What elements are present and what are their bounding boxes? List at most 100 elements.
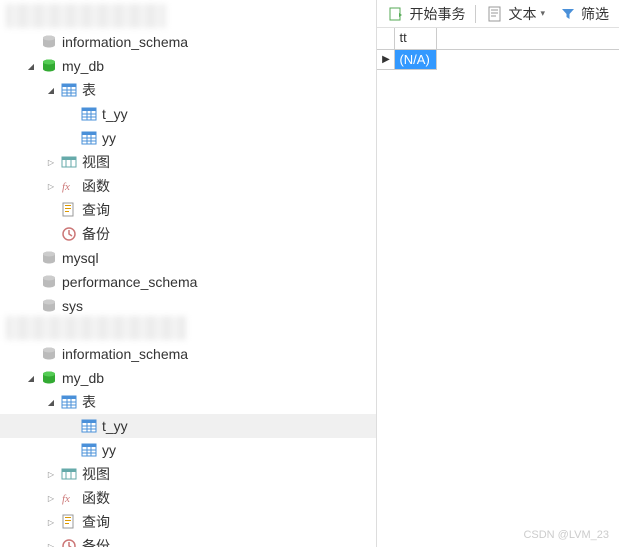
database-icon (40, 345, 58, 363)
table-icon (60, 393, 78, 411)
grid-corner (377, 28, 395, 49)
database-label: sys (62, 298, 83, 314)
table-label: t_yy (102, 418, 128, 434)
expander-icon[interactable] (44, 83, 58, 97)
folder-label: 视图 (82, 464, 110, 484)
begin-transaction-button[interactable]: 开始事务 (381, 2, 471, 26)
folder-label: 表 (82, 80, 96, 100)
button-label: 文本 (508, 4, 536, 24)
database-icon (40, 297, 58, 315)
expander-icon[interactable] (24, 371, 38, 385)
expander-icon[interactable] (44, 491, 58, 505)
database-icon (40, 33, 58, 51)
database-icon (40, 249, 58, 267)
navigation-tree: information_schema my_db 表 (0, 0, 377, 547)
table-icon (80, 417, 98, 435)
expander-icon (24, 251, 38, 265)
row-indicator: ▶ (377, 50, 395, 70)
backups-folder-2[interactable]: 备份 (0, 534, 376, 547)
expander-icon (24, 347, 38, 361)
data-grid-row[interactable]: ▶ (N/A) (377, 50, 619, 70)
database-icon (40, 369, 58, 387)
backup-icon (60, 537, 78, 547)
transaction-icon (387, 5, 405, 23)
table-icon (80, 129, 98, 147)
expander-icon[interactable] (24, 59, 38, 73)
functions-folder[interactable]: fx 函数 (0, 174, 376, 198)
views-folder-2[interactable]: 视图 (0, 462, 376, 486)
expander-spacer (64, 131, 78, 145)
database-icon (40, 57, 58, 75)
expander-icon[interactable] (44, 539, 58, 547)
database-information-schema-2[interactable]: information_schema (0, 342, 376, 366)
table-icon (80, 441, 98, 459)
database-sys[interactable]: sys (0, 294, 376, 318)
table-t-yy[interactable]: t_yy (0, 102, 376, 126)
query-icon (60, 513, 78, 531)
expander-icon[interactable] (44, 515, 58, 529)
folder-label: 查询 (82, 200, 110, 220)
table-label: t_yy (102, 106, 128, 122)
text-button[interactable]: 文本 ▾ (480, 2, 551, 26)
folder-label: 函数 (82, 488, 110, 508)
database-information-schema[interactable]: information_schema (0, 30, 376, 54)
svg-text:fx: fx (62, 493, 70, 505)
database-label: performance_schema (62, 274, 197, 290)
button-label: 开始事务 (409, 4, 465, 24)
view-icon (60, 153, 78, 171)
column-header-tt[interactable]: tt (395, 28, 437, 49)
folder-label: 函数 (82, 176, 110, 196)
expander-spacer (64, 443, 78, 457)
database-label: mysql (62, 250, 99, 266)
expander-icon[interactable] (44, 179, 58, 193)
folder-label: 表 (82, 392, 96, 412)
folder-label: 备份 (82, 224, 110, 244)
filter-icon (559, 5, 577, 23)
toolbar-separator (475, 5, 476, 23)
function-icon: fx (60, 177, 78, 195)
text-icon (486, 5, 504, 23)
database-mysql[interactable]: mysql (0, 246, 376, 270)
data-grid-header: tt (377, 28, 619, 50)
database-my-db[interactable]: my_db (0, 54, 376, 78)
tables-folder[interactable]: 表 (0, 78, 376, 102)
data-cell[interactable]: (N/A) (395, 50, 437, 70)
expander-icon[interactable] (44, 467, 58, 481)
expander-spacer (44, 227, 58, 241)
expander-icon (24, 299, 38, 313)
database-performance-schema[interactable]: performance_schema (0, 270, 376, 294)
expander-spacer (44, 203, 58, 217)
folder-label: 备份 (82, 536, 110, 547)
expander-icon (24, 275, 38, 289)
queries-folder[interactable]: 查询 (0, 198, 376, 222)
table-yy-2[interactable]: yy (0, 438, 376, 462)
queries-folder-2[interactable]: 查询 (0, 510, 376, 534)
tables-folder-2[interactable]: 表 (0, 390, 376, 414)
folder-label: 查询 (82, 512, 110, 532)
database-label: my_db (62, 58, 104, 74)
backup-icon (60, 225, 78, 243)
expander-icon[interactable] (44, 155, 58, 169)
data-toolbar: 开始事务 文本 ▾ 筛选 (377, 0, 619, 28)
expander-spacer (64, 107, 78, 121)
table-t-yy-2[interactable]: t_yy (0, 414, 376, 438)
table-label: yy (102, 442, 116, 458)
backups-folder[interactable]: 备份 (0, 222, 376, 246)
expander-spacer (64, 419, 78, 433)
data-panel: 开始事务 文本 ▾ 筛选 tt ▶ (N/A) (377, 0, 619, 547)
svg-text:fx: fx (62, 181, 70, 193)
dropdown-icon: ▾ (540, 8, 545, 19)
expander-icon (24, 35, 38, 49)
watermark: CSDN @LVM_23 (523, 529, 609, 541)
table-icon (60, 81, 78, 99)
expander-icon[interactable] (44, 395, 58, 409)
functions-folder-2[interactable]: fx 函数 (0, 486, 376, 510)
database-icon (40, 273, 58, 291)
database-my-db-2[interactable]: my_db (0, 366, 376, 390)
connection-node-blurred (6, 316, 186, 340)
view-icon (60, 465, 78, 483)
views-folder[interactable]: 视图 (0, 150, 376, 174)
connection-node-blurred (6, 4, 166, 28)
filter-button[interactable]: 筛选 (553, 2, 615, 26)
table-yy[interactable]: yy (0, 126, 376, 150)
